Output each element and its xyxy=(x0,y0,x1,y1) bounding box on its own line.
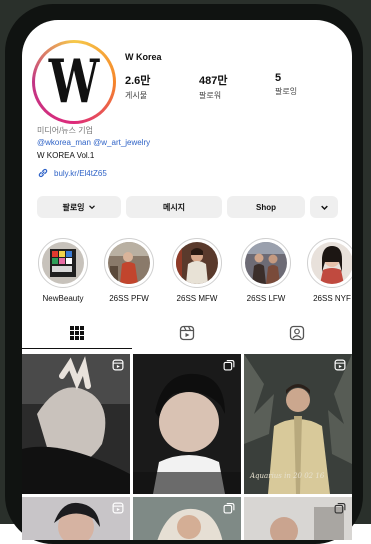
post-thumbnail[interactable] xyxy=(22,497,130,540)
highlight-26ss-nyf[interactable]: 26SS NYF xyxy=(301,238,352,303)
instagram-profile-screen: W W Korea 2.6만 게시물 487만 팔로워 5 팔로잉 미디어/뉴스… xyxy=(22,20,352,540)
tab-posts-grid[interactable] xyxy=(22,318,132,349)
following-button[interactable]: 팔로잉 xyxy=(37,196,121,218)
highlight-26ss-lfw[interactable]: 26SS LFW xyxy=(235,238,297,303)
reels-icon xyxy=(179,325,195,341)
reels-icon xyxy=(112,502,124,514)
profile-link-text: buly.kr/El4tZ65 xyxy=(54,168,107,178)
stat-following[interactable]: 5 팔로잉 xyxy=(275,72,297,97)
shop-button[interactable]: Shop xyxy=(227,196,305,218)
post-thumbnail[interactable] xyxy=(244,497,352,540)
highlight-thumbnail xyxy=(176,242,218,284)
phone-frame: W W Korea 2.6만 게시물 487만 팔로워 5 팔로잉 미디어/뉴스… xyxy=(0,0,371,544)
multiple-photos-icon xyxy=(223,502,235,514)
chevron-down-icon xyxy=(88,205,95,210)
grid-icon xyxy=(70,326,84,340)
link-icon xyxy=(38,168,48,178)
more-options-button[interactable] xyxy=(310,196,338,218)
highlight-thumbnail xyxy=(311,242,352,284)
post-thumbnail[interactable] xyxy=(133,354,241,494)
profile-category: 미디어/뉴스 기업 xyxy=(37,126,93,135)
profile-tagged-accounts[interactable]: @wkorea_man @w_art_jewelry xyxy=(37,138,150,147)
reels-icon xyxy=(112,359,124,371)
post-thumbnail[interactable]: Aquarius in 20 02 16 xyxy=(244,354,352,494)
highlight-thumbnail xyxy=(245,242,287,284)
avatar-logo: W xyxy=(47,47,101,117)
stat-followers[interactable]: 487만 팔로워 xyxy=(199,72,227,101)
profile-link[interactable]: buly.kr/El4tZ65 xyxy=(37,167,107,179)
profile-avatar[interactable]: W xyxy=(32,40,116,124)
highlight-thumbnail xyxy=(108,242,150,284)
stat-posts[interactable]: 2.6만 게시물 xyxy=(125,72,150,101)
highlight-thumbnail xyxy=(42,242,84,284)
multiple-photos-icon xyxy=(223,359,235,371)
post-thumbnail[interactable] xyxy=(22,354,130,494)
highlight-26ss-mfw[interactable]: 26SS MFW xyxy=(166,238,228,303)
reels-icon xyxy=(334,359,346,371)
profile-bio: W KOREA Vol.1 xyxy=(37,151,95,160)
post-thumbnail[interactable] xyxy=(133,497,241,540)
tagged-icon xyxy=(289,325,305,341)
tab-tagged[interactable] xyxy=(242,318,352,348)
profile-username: W Korea xyxy=(125,52,162,62)
message-button[interactable]: 메시지 xyxy=(126,196,222,218)
multiple-photos-icon xyxy=(334,502,346,514)
profile-tabs xyxy=(22,318,352,350)
highlight-26ss-pfw[interactable]: 26SS PFW xyxy=(98,238,160,303)
chevron-down-icon xyxy=(320,205,328,210)
tab-reels[interactable] xyxy=(132,318,242,348)
post-caption: Aquarius in 20 02 16 xyxy=(250,472,325,480)
highlight-newbeauty[interactable]: NewBeauty xyxy=(32,238,94,303)
